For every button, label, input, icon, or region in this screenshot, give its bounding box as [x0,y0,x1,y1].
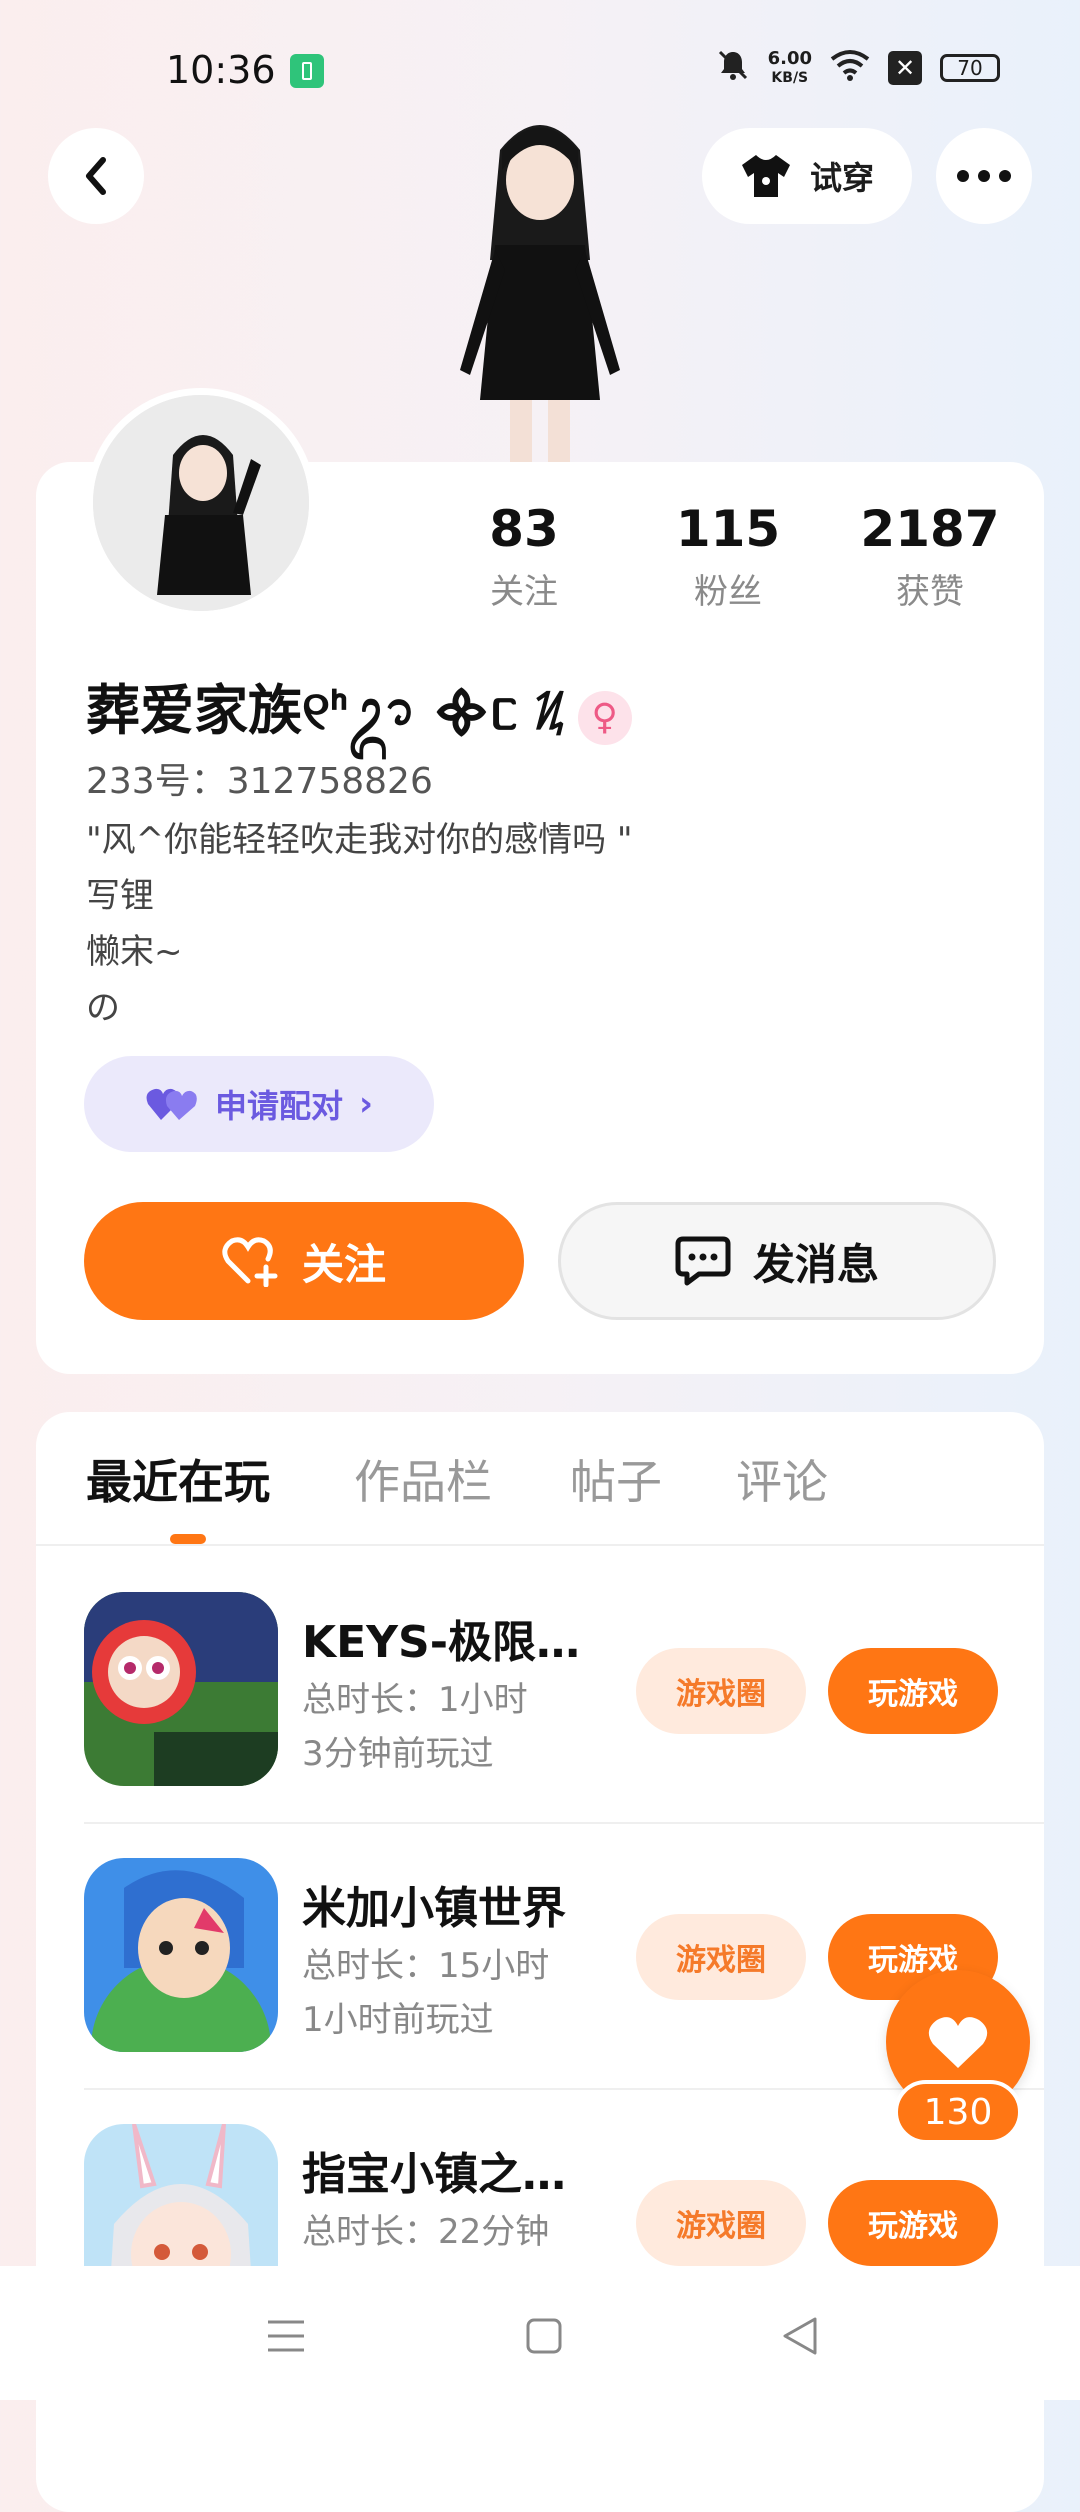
home-button[interactable] [514,2306,574,2366]
follow-label: 关注 [301,1239,386,1289]
stat-label: 获赞 [896,572,964,612]
game-last-played: 1小时前玩过 [302,2000,494,2040]
more-button[interactable] [936,128,1032,224]
status-icons: 6.00 KB/S ✕ 70 [716,48,1000,88]
stat-value: 83 [489,500,559,558]
game-duration: 总时长：1小时 [302,1680,528,1720]
try-on-button[interactable]: 试穿 [702,128,912,224]
stat-label: 粉丝 [694,572,762,612]
game-duration: 总时长：22分钟 [302,2212,550,2252]
message-label: 发消息 [752,1239,879,1289]
stat-likes[interactable]: 2187 获赞 [830,500,1030,613]
game-title: 米加小镇世界 [302,1883,566,1934]
play-game-button[interactable]: 玩游戏 [828,1648,998,1734]
game-circle-button[interactable]: 游戏圈 [636,2180,806,2266]
stat-following[interactable]: 83 关注 [424,500,624,613]
chevron-right-icon: › [359,1084,374,1124]
stat-label: 关注 [490,572,558,612]
net-speed-value: 6.00 [767,47,812,69]
pair-request-button[interactable]: 申请配对 › [84,1056,434,1152]
navigation-bar [0,2266,1080,2400]
game-title: KEYS-极限… [302,1617,580,1668]
tab-recently-played[interactable]: 最近在玩 [86,1446,270,1512]
close-icon: ✕ [888,51,922,85]
user-id: 233号：312758826 [86,761,433,802]
back-nav-button[interactable] [770,2306,830,2366]
menu-icon [268,2320,304,2352]
game-circle-button[interactable]: 游戏圈 [636,1648,806,1734]
game-circle-button[interactable]: 游戏圈 [636,1914,806,2000]
heart-icon [928,2017,988,2068]
game-icon [84,1858,278,2052]
net-speed: 6.00 KB/S [767,47,812,87]
pair-label: 申请配对 [214,1087,343,1125]
back-icon [86,157,106,195]
follow-button[interactable]: 关注 [84,1202,524,1320]
tab-works[interactable]: 作品栏 [354,1446,492,1512]
bio: "风^你能轻轻吹走我对你的感情吗 " 写锂 懒宋~ の [86,820,633,1028]
stat-followers[interactable]: 115 粉丝 [628,500,828,613]
game-title: 指宝小镇之… [302,2149,566,2200]
status-time: 10:36 [166,48,276,92]
tshirt-icon [741,155,790,197]
heart-plus-icon [222,1237,278,1287]
divider [36,1544,1044,1546]
mute-icon [716,48,750,88]
double-heart-icon [146,1088,197,1120]
tab-comments[interactable]: 评论 [736,1446,828,1512]
tab-posts[interactable]: 帖子 [570,1446,662,1512]
character-figure [460,125,620,465]
menu-button[interactable] [256,2306,316,2366]
home-icon [526,2318,562,2354]
try-on-label: 试穿 [809,159,874,197]
game-row[interactable]: KEYS-极限… 总时长：1小时 3分钟前玩过 游戏圈 玩游戏 [36,1548,1044,1813]
more-icon [957,170,1011,182]
stat-value: 115 [675,500,781,558]
send-message-button[interactable]: 发消息 [558,1202,996,1320]
avatar[interactable] [86,388,316,618]
chat-icon [675,1236,731,1286]
battery-saver-icon [290,54,324,88]
like-count: 130 [894,2080,1022,2144]
female-icon: ♀ [577,690,632,745]
net-speed-unit: KB/S [771,69,809,86]
game-icon [84,1592,278,1786]
triangle-back-icon [783,2317,817,2355]
battery-icon: 70 [940,54,1000,82]
game-last-played: 3分钟前玩过 [302,1734,494,1774]
game-duration: 总时长：15小时 [302,1946,550,1986]
wifi-icon [830,49,870,87]
back-button[interactable] [48,128,144,224]
tab-indicator [170,1534,206,1544]
stat-value: 2187 [860,500,1000,558]
play-game-button[interactable]: 玩游戏 [828,2180,998,2266]
